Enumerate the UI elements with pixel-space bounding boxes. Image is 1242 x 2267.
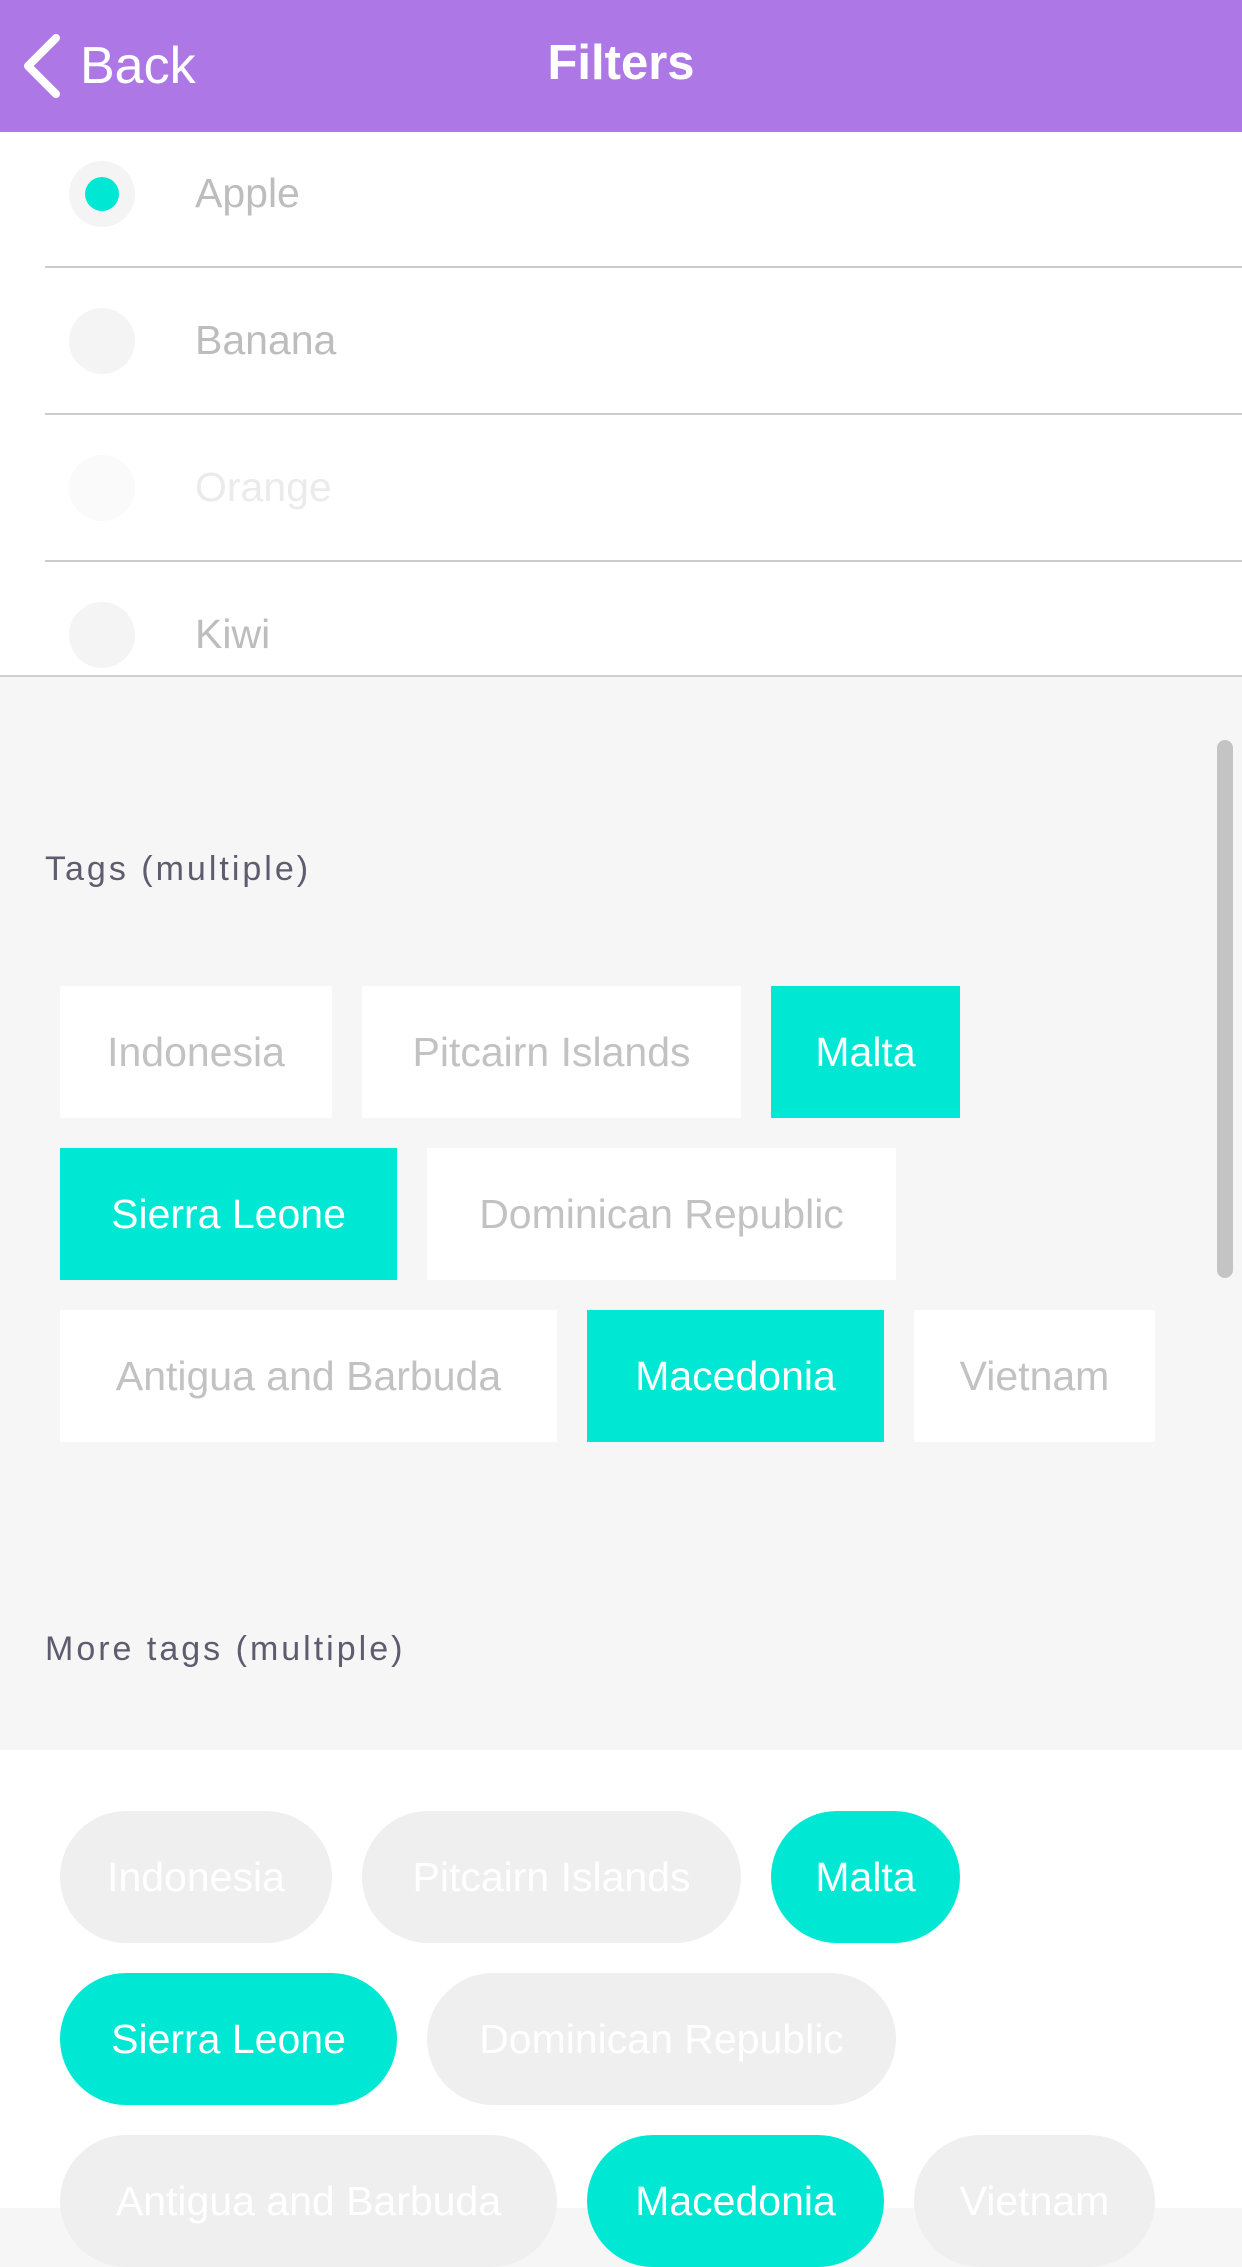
tag-indonesia[interactable]: Indonesia [60, 986, 332, 1118]
radio-option-kiwi[interactable]: Kiwi [45, 561, 1242, 675]
radio-button[interactable] [69, 602, 135, 668]
navigation-bar: Back Filters [0, 0, 1242, 132]
more-tag-pitcairn-islands[interactable]: Pitcairn Islands [362, 1811, 741, 1943]
radio-button[interactable] [69, 455, 135, 521]
page-title: Filters [547, 36, 695, 90]
more-tag-antigua-and-barbuda[interactable]: Antigua and Barbuda [60, 2135, 557, 2267]
more-tags-section-title: More tags (multiple) [45, 1630, 406, 1668]
more-tag-malta[interactable]: Malta [771, 1811, 960, 1943]
tag-vietnam[interactable]: Vietnam [914, 1310, 1155, 1442]
more-tag-dominican-republic[interactable]: Dominican Republic [427, 1973, 896, 2105]
radio-button[interactable] [69, 161, 135, 227]
more-tag-indonesia[interactable]: Indonesia [60, 1811, 332, 1943]
more-tag-sierra-leone[interactable]: Sierra Leone [60, 1973, 397, 2105]
radio-selected-dot [85, 177, 119, 211]
radio-option-apple[interactable]: Apple [45, 132, 1242, 268]
radio-option-orange[interactable]: Orange [45, 414, 1242, 562]
tag-pitcairn-islands[interactable]: Pitcairn Islands [362, 986, 741, 1118]
tag-sierra-leone[interactable]: Sierra Leone [60, 1148, 397, 1280]
radio-label: Banana [195, 317, 337, 363]
more-tags-group: Indonesia Pitcairn Islands Malta Sierra … [0, 1750, 1242, 2267]
more-tag-macedonia[interactable]: Macedonia [587, 2135, 884, 2267]
scrollbar[interactable] [1217, 740, 1233, 1278]
radio-label: Kiwi [195, 611, 271, 657]
radio-option-banana[interactable]: Banana [45, 267, 1242, 415]
radio-label: Orange [195, 464, 332, 510]
fruit-radio-list: Apple Banana Orange Kiwi [0, 132, 1242, 677]
tag-malta[interactable]: Malta [771, 986, 960, 1118]
radio-button[interactable] [69, 308, 135, 374]
tag-antigua-and-barbuda[interactable]: Antigua and Barbuda [60, 1310, 557, 1442]
more-tag-vietnam[interactable]: Vietnam [914, 2135, 1155, 2267]
radio-label: Apple [195, 170, 300, 216]
tag-dominican-republic[interactable]: Dominican Republic [427, 1148, 896, 1280]
tag-macedonia[interactable]: Macedonia [587, 1310, 884, 1442]
tags-section-title: Tags (multiple) [45, 850, 312, 888]
